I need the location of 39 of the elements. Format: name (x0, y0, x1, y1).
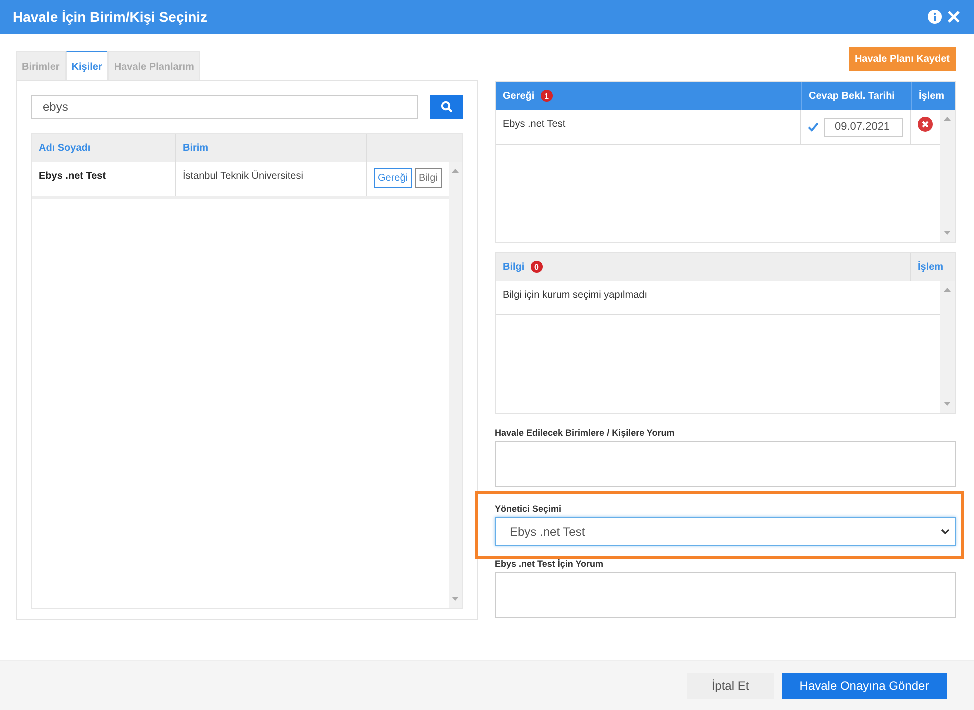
field-label: Ebys .net Test İçin Yorum (495, 559, 605, 569)
scroll-up-icon[interactable] (944, 117, 951, 121)
table-cell: Ebys .net Test (32, 162, 176, 196)
scroll-up-icon[interactable] (452, 169, 459, 173)
search-field[interactable]: ebys (31, 95, 418, 119)
info-icon[interactable] (928, 10, 942, 24)
field-label: Yönetici Seçimi (495, 504, 563, 514)
comment-field[interactable] (495, 441, 956, 487)
column-header: Adı Soyadı (32, 134, 176, 162)
dialog-title: Havale İçin Birim/Kişi Seçiniz (13, 9, 208, 25)
count-badge: 0 (530, 261, 543, 273)
empty-message: Bilgi için kurum seçimi yapılmadı (496, 281, 940, 315)
count-badge: 1 (540, 90, 553, 102)
action-button[interactable]: Gereği (374, 168, 412, 188)
checkbox[interactable] (808, 122, 819, 132)
field-label: Havale Edilecek Birimlere / Kişilere Yorum (495, 428, 676, 438)
comment-field[interactable] (495, 572, 956, 618)
cancel-button[interactable]: İptal Et (687, 672, 774, 698)
table-cell: İstanbul Teknik Üniversitesi (176, 162, 367, 196)
column-header: Gereği (503, 90, 535, 102)
close-icon[interactable] (947, 10, 961, 24)
tab[interactable]: Kişiler (66, 51, 108, 80)
date-field[interactable]: 09.07.2021 (824, 118, 903, 136)
table-cell: Ebys .net Test (496, 110, 801, 144)
save-plan-button[interactable]: Havale Planı Kaydet (848, 47, 956, 71)
scroll-down-icon[interactable] (944, 402, 951, 406)
search-icon (440, 101, 453, 113)
scroll-up-icon[interactable] (944, 288, 951, 292)
submit-button[interactable]: Havale Onayına Gönder (782, 672, 947, 698)
column-header: Bilgi (503, 262, 525, 272)
search-button[interactable] (430, 95, 463, 119)
column-header: Cevap Bekl. Tarihi (801, 82, 911, 110)
scroll-down-icon[interactable] (452, 597, 459, 601)
scroll-down-icon[interactable] (944, 231, 951, 235)
chevron-down-icon (941, 528, 950, 534)
remove-icon[interactable] (918, 117, 933, 132)
column-header: Birim (176, 134, 367, 162)
info-button[interactable]: Bilgi (415, 168, 442, 188)
manager-select[interactable]: Ebys .net Test (495, 517, 956, 546)
